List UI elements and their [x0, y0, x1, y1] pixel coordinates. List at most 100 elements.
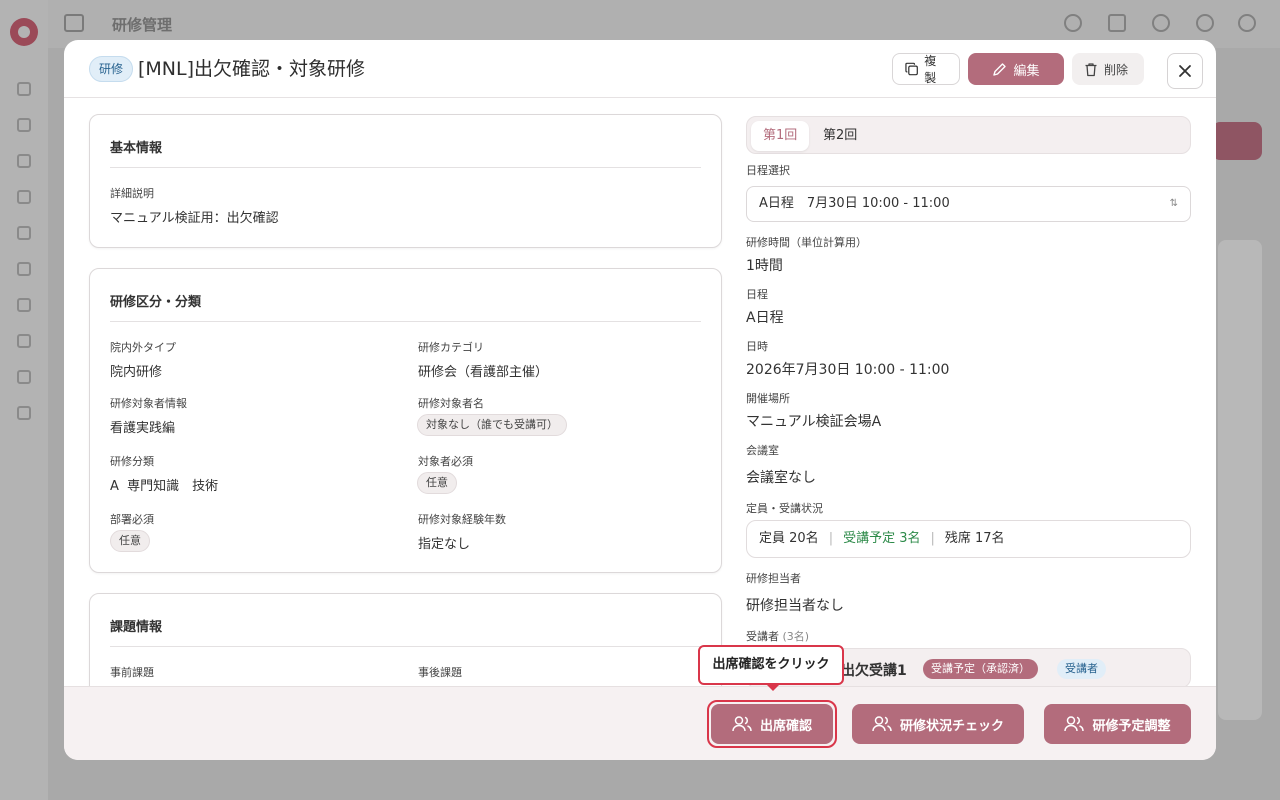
inout-type-label: 院内外タイプ	[110, 341, 176, 354]
attendee-role-badge: 受講者	[1057, 659, 1106, 679]
training-detail-modal: 研修 [MNL]出欠確認・対象研修 複製 編集 削除 基本情報 詳細説明 マニュ…	[64, 40, 1216, 760]
separator: |	[828, 531, 834, 546]
schedule-select[interactable]: A日程 7月30日 10:00 - 11:00 ⇅	[746, 186, 1191, 222]
target-info-value: 看護実践編	[110, 421, 176, 436]
session-tabs: 第1回 第2回	[746, 116, 1191, 154]
category-label: 研修カテゴリ	[418, 341, 484, 354]
tab-session-2[interactable]: 第2回	[811, 121, 869, 151]
schedule-adjust-label: 研修予定調整	[1092, 718, 1171, 734]
edit-button[interactable]: 編集	[968, 53, 1064, 85]
required-label: 対象者必須	[418, 455, 473, 468]
copy-icon	[905, 62, 918, 76]
background-action-button	[1212, 122, 1262, 160]
datetime-value: 2026年7月30日 10:00 - 11:00	[746, 362, 950, 378]
separator: |	[930, 531, 935, 546]
classification-card: 研修区分・分類 院内外タイプ 院内研修 研修カテゴリ 研修会（看護部主催） 研修…	[89, 268, 722, 573]
attendee-status-badge: 受講予定（承認済）	[923, 659, 1038, 679]
post-assignment-label: 事後課題	[418, 666, 462, 679]
attendance-check-button[interactable]: 出席確認	[711, 704, 833, 744]
type-tag: 研修	[89, 56, 134, 82]
target-name-label: 研修対象者名	[418, 397, 484, 410]
user-menu-icon	[1238, 14, 1256, 32]
hours-value: 1時間	[746, 258, 783, 274]
training-type-value: A 専門知識 技術	[110, 479, 219, 494]
users-icon	[1064, 716, 1085, 732]
capacity-box: 定員 20名 | 受講予定 3名 | 残席 17名	[746, 520, 1191, 558]
nav-icon	[17, 226, 31, 240]
attendees-label-text: 受講者	[746, 630, 779, 643]
sidebar-toggle-icon	[64, 14, 84, 32]
copy-button-label: 複製	[924, 54, 937, 85]
card-title: 基本情報	[110, 141, 163, 156]
divider	[110, 646, 701, 647]
modal-title: [MNL]出欠確認・対象研修	[138, 58, 366, 80]
basic-info-card: 基本情報 詳細説明 マニュアル検証用：出欠確認	[89, 114, 722, 248]
trash-icon	[1085, 62, 1097, 76]
schedule-label: 日程選択	[746, 164, 790, 177]
attendees-label: 受講者 (3名)	[746, 628, 809, 644]
training-status-check-label: 研修状況チェック	[899, 718, 1004, 734]
nav-icon	[17, 118, 31, 132]
assignment-card: 課題情報 事前課題 事後課題	[89, 593, 722, 686]
nav-icon	[17, 370, 31, 384]
capacity-remaining: 残席 17名	[944, 531, 1005, 546]
background-sidebar	[0, 0, 48, 800]
nav-icon	[17, 82, 31, 96]
place-value: マニュアル検証会場A	[746, 414, 882, 430]
training-status-check-button[interactable]: 研修状況チェック	[852, 704, 1024, 744]
schedule-select-value: A日程 7月30日 10:00 - 11:00	[759, 196, 950, 211]
nav-icon	[17, 154, 31, 168]
message-icon	[1196, 14, 1214, 32]
description-value: マニュアル検証用：出欠確認	[110, 211, 279, 226]
pre-assignment-label: 事前課題	[110, 666, 154, 679]
divider	[110, 321, 701, 322]
delete-button-label: 削除	[1104, 62, 1129, 77]
day-label: 日程	[746, 288, 768, 301]
target-info-label: 研修対象者情報	[110, 397, 187, 410]
target-name-badge: 対象なし（誰でも受講可）	[417, 414, 567, 436]
close-icon	[1179, 65, 1191, 77]
experience-label: 研修対象経験年数	[418, 513, 506, 526]
training-type-label: 研修分類	[110, 455, 154, 468]
background-panel	[1218, 240, 1262, 720]
copy-button[interactable]: 複製	[892, 53, 960, 85]
bell-icon	[1152, 14, 1170, 32]
room-label: 会議室	[746, 444, 779, 457]
users-icon	[872, 716, 892, 732]
dept-required-badge: 任意	[110, 530, 150, 552]
attendees-count: (3名)	[782, 630, 810, 643]
place-label: 開催場所	[746, 392, 790, 405]
nav-icon	[17, 334, 31, 348]
dept-required-label: 部署必須	[110, 513, 154, 526]
attendance-check-label: 出席確認	[759, 718, 812, 734]
nav-icon	[17, 190, 31, 204]
day-value: A日程	[746, 310, 784, 326]
card-title: 課題情報	[110, 620, 163, 635]
modal-footer: 出席確認 研修状況チェック 研修予定調整	[64, 686, 1216, 760]
tab-session-1[interactable]: 第1回	[751, 121, 810, 151]
instruction-tooltip: 出席確認をクリック	[698, 645, 844, 691]
capacity-planned: 受講予定 3名	[843, 531, 921, 546]
category-value: 研修会（看護部主催）	[418, 365, 549, 380]
calendar-icon	[1108, 14, 1126, 32]
users-icon	[732, 716, 752, 732]
app-title: 研修管理	[112, 16, 173, 34]
close-button[interactable]	[1167, 53, 1203, 89]
chat-icon	[1064, 14, 1082, 32]
nav-icon	[17, 262, 31, 276]
nav-icon	[17, 298, 31, 312]
description-label: 詳細説明	[110, 187, 154, 200]
datetime-label: 日時	[746, 340, 768, 353]
divider	[110, 167, 701, 168]
schedule-adjust-button[interactable]: 研修予定調整	[1044, 704, 1191, 744]
capacity-total: 定員 20名	[759, 531, 819, 546]
delete-button[interactable]: 削除	[1072, 53, 1144, 85]
card-title: 研修区分・分類	[110, 295, 202, 310]
app-logo	[10, 18, 38, 46]
modal-body[interactable]: 基本情報 詳細説明 マニュアル検証用：出欠確認 研修区分・分類 院内外タイプ 院…	[64, 98, 1216, 686]
chevron-updown-icon: ⇅	[1169, 198, 1178, 209]
inout-type-value: 院内研修	[110, 365, 163, 380]
instructor-value: 研修担当者なし	[746, 598, 844, 614]
edit-button-label: 編集	[1013, 63, 1040, 79]
capacity-label: 定員・受講状況	[746, 502, 823, 515]
